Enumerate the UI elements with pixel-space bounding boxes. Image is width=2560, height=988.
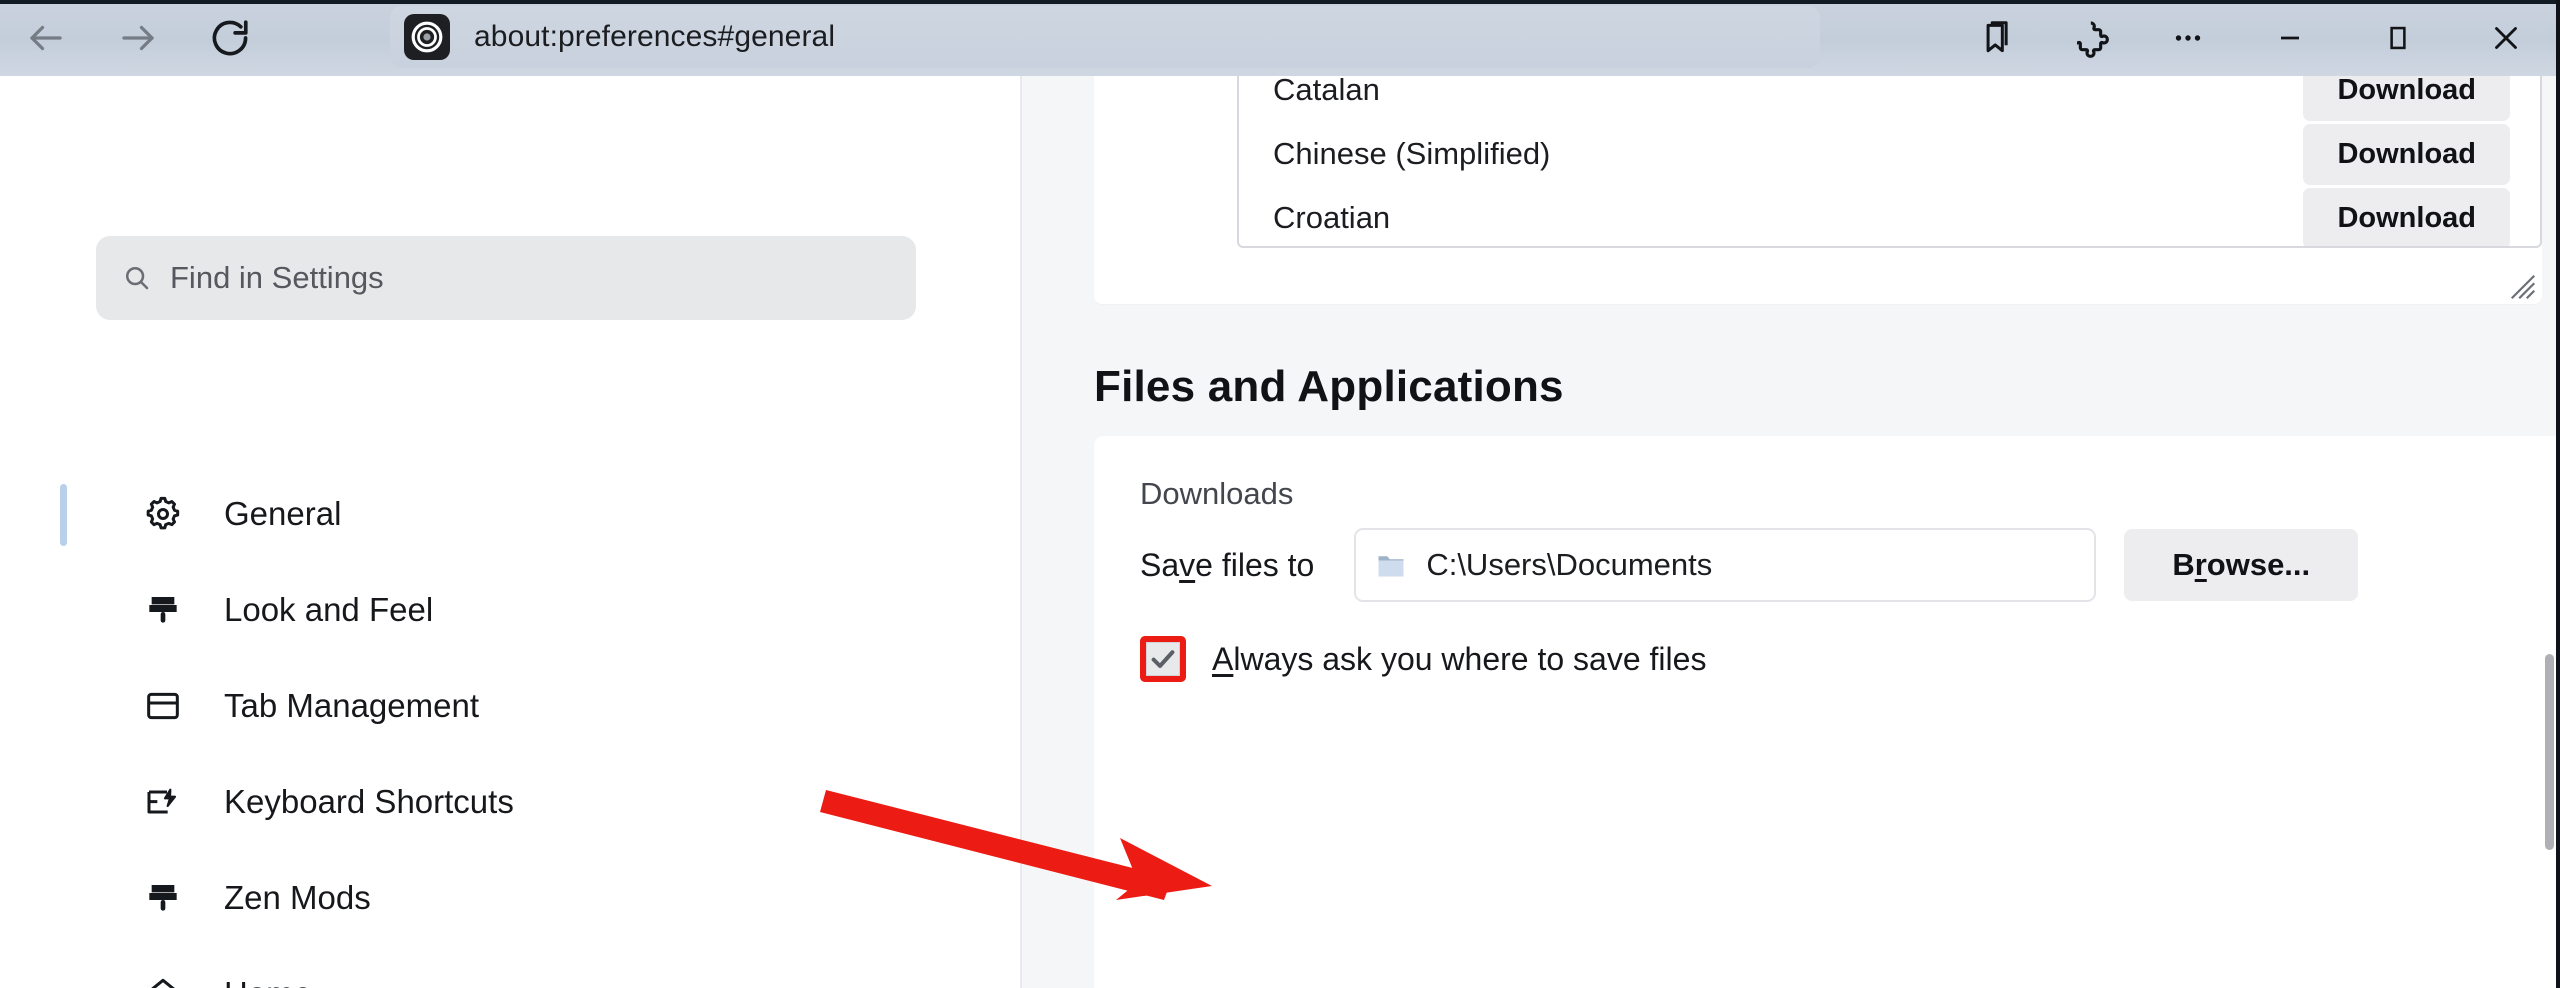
minimize-button[interactable]: [2236, 0, 2344, 76]
save-files-to-row: Save files to C:\Users\Documents Browse.…: [1140, 528, 2359, 602]
vertical-scrollbar-thumb[interactable]: [2545, 654, 2554, 850]
search-icon: [125, 266, 149, 290]
address-bar[interactable]: about:preferences#general: [390, 6, 1820, 68]
maximize-button[interactable]: [2344, 0, 2452, 76]
browse-button[interactable]: Browse...: [2124, 529, 2359, 601]
language-list-box[interactable]: Catalan Download Chinese (Simplified) Do…: [1237, 76, 2542, 248]
always-ask-label: Always ask you where to save files: [1212, 640, 1707, 677]
zen-logo-icon: [411, 21, 443, 53]
sidebar-item-label: Look and Feel: [224, 591, 434, 628]
download-button[interactable]: Download: [2303, 187, 2510, 246]
settings-nav-list: General Look and Feel Tab Management Key…: [60, 466, 996, 988]
download-button[interactable]: Download: [2303, 76, 2510, 121]
browser-window: about:preferences#general Find in Settin…: [0, 0, 2560, 988]
extensions-puzzle-icon: [2076, 21, 2109, 58]
paintbrush-icon: [140, 878, 186, 918]
sidebar-item-zen-mods[interactable]: Zen Mods: [96, 850, 996, 946]
bookmarks-button[interactable]: [1948, 0, 2044, 76]
sidebar-item-label: Home: [224, 975, 312, 988]
sidebar-item-home[interactable]: Home: [96, 946, 996, 988]
extensions-button[interactable]: [2044, 0, 2140, 76]
find-in-settings-container[interactable]: [96, 236, 916, 320]
maximize-icon: [2390, 26, 2406, 50]
language-name: Croatian: [1273, 200, 1391, 235]
gear-icon: [140, 494, 186, 534]
language-name: Chinese (Simplified): [1273, 136, 1551, 171]
site-favicon-icon: [404, 14, 450, 60]
files-and-applications-card: [1094, 436, 2560, 988]
download-button[interactable]: Download: [2303, 123, 2510, 185]
checkmark-icon: [1151, 650, 1175, 669]
reload-button[interactable]: [184, 0, 276, 76]
sidebar-item-look-and-feel[interactable]: Look and Feel: [96, 562, 996, 658]
home-icon: [140, 974, 186, 988]
page-content: General Look and Feel: [0, 76, 2560, 988]
titlebar-right-controls: [1948, 0, 2560, 76]
sidebar-item-label: General: [224, 495, 342, 532]
window-right-edge: [2556, 0, 2560, 988]
language-list-card: Catalan Download Chinese (Simplified) Do…: [1094, 76, 2542, 304]
paintbrush-icon: [140, 590, 186, 630]
always-ask-row[interactable]: Always ask you where to save files: [1140, 636, 1706, 682]
sidebar-item-label: Tab Management: [224, 687, 479, 724]
more-horizontal-icon: [2175, 35, 2201, 41]
download-path-value: C:\Users\Documents: [1426, 547, 1713, 582]
arrow-right-icon: [122, 25, 154, 51]
save-files-to-label: Save files to: [1140, 546, 1315, 583]
search-input[interactable]: [170, 260, 890, 296]
downloads-section-label: Downloads: [1140, 476, 1294, 511]
bookmarks-icon: [1986, 21, 2008, 53]
close-icon: [2495, 27, 2517, 49]
reload-icon: [212, 20, 248, 56]
table-row[interactable]: Catalan Download: [1239, 76, 2540, 122]
address-bar-url: about:preferences#general: [474, 20, 836, 53]
back-button[interactable]: [0, 0, 92, 76]
settings-main-pane: Catalan Download Chinese (Simplified) Do…: [1022, 76, 2560, 988]
sidebar-item-keyboard-shortcuts[interactable]: Keyboard Shortcuts: [96, 754, 996, 850]
keyboard-bolt-icon: [140, 782, 186, 822]
download-path-field[interactable]: C:\Users\Documents: [1354, 528, 2097, 602]
language-name: Catalan: [1273, 76, 1380, 107]
annotation-highlight-box: [1140, 636, 1186, 682]
sidebar-item-label: Keyboard Shortcuts: [224, 783, 514, 820]
sidebar-item-general[interactable]: General: [60, 466, 996, 562]
minimize-icon: [2281, 36, 2299, 40]
browser-titlebar: about:preferences#general: [0, 0, 2560, 76]
sidebar-item-tab-management[interactable]: Tab Management: [96, 658, 996, 754]
table-row[interactable]: Croatian Download: [1239, 186, 2540, 246]
folder-icon: [1378, 556, 1404, 577]
sidebar-item-label: Zen Mods: [224, 879, 371, 916]
tabs-icon: [140, 686, 186, 726]
always-ask-checkbox[interactable]: [1146, 642, 1180, 676]
settings-sidebar: General Look and Feel: [0, 76, 1022, 988]
resize-grip-icon[interactable]: [2508, 272, 2538, 302]
arrow-left-icon: [30, 25, 62, 51]
close-button[interactable]: [2452, 0, 2560, 76]
more-options-button[interactable]: [2140, 0, 2236, 76]
forward-button[interactable]: [92, 0, 184, 76]
page-title: Files and Applications: [1094, 362, 1564, 411]
table-row[interactable]: Chinese (Simplified) Download: [1239, 122, 2540, 186]
